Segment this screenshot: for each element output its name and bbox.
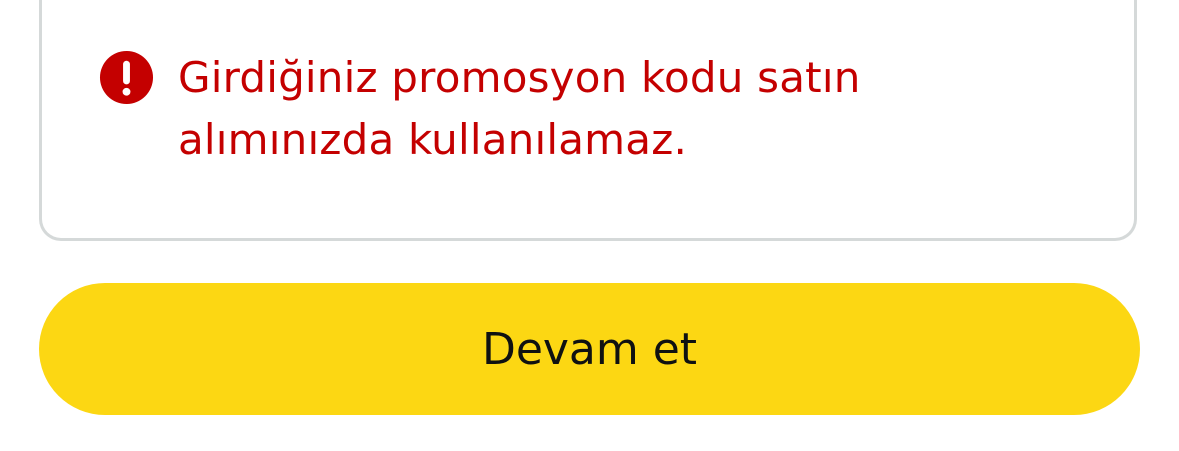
promo-error-alert: Girdiğiniz promosyon kodu satın alımınız…: [99, 47, 1089, 171]
continue-button-label: Devam et: [481, 323, 698, 375]
continue-button[interactable]: Devam et: [39, 283, 1140, 415]
error-message: Girdiğiniz promosyon kodu satın alımınız…: [178, 53, 861, 164]
page: Girdiğiniz promosyon kodu satın alımınız…: [0, 0, 1179, 451]
exclamation-circle-icon: [99, 50, 154, 105]
